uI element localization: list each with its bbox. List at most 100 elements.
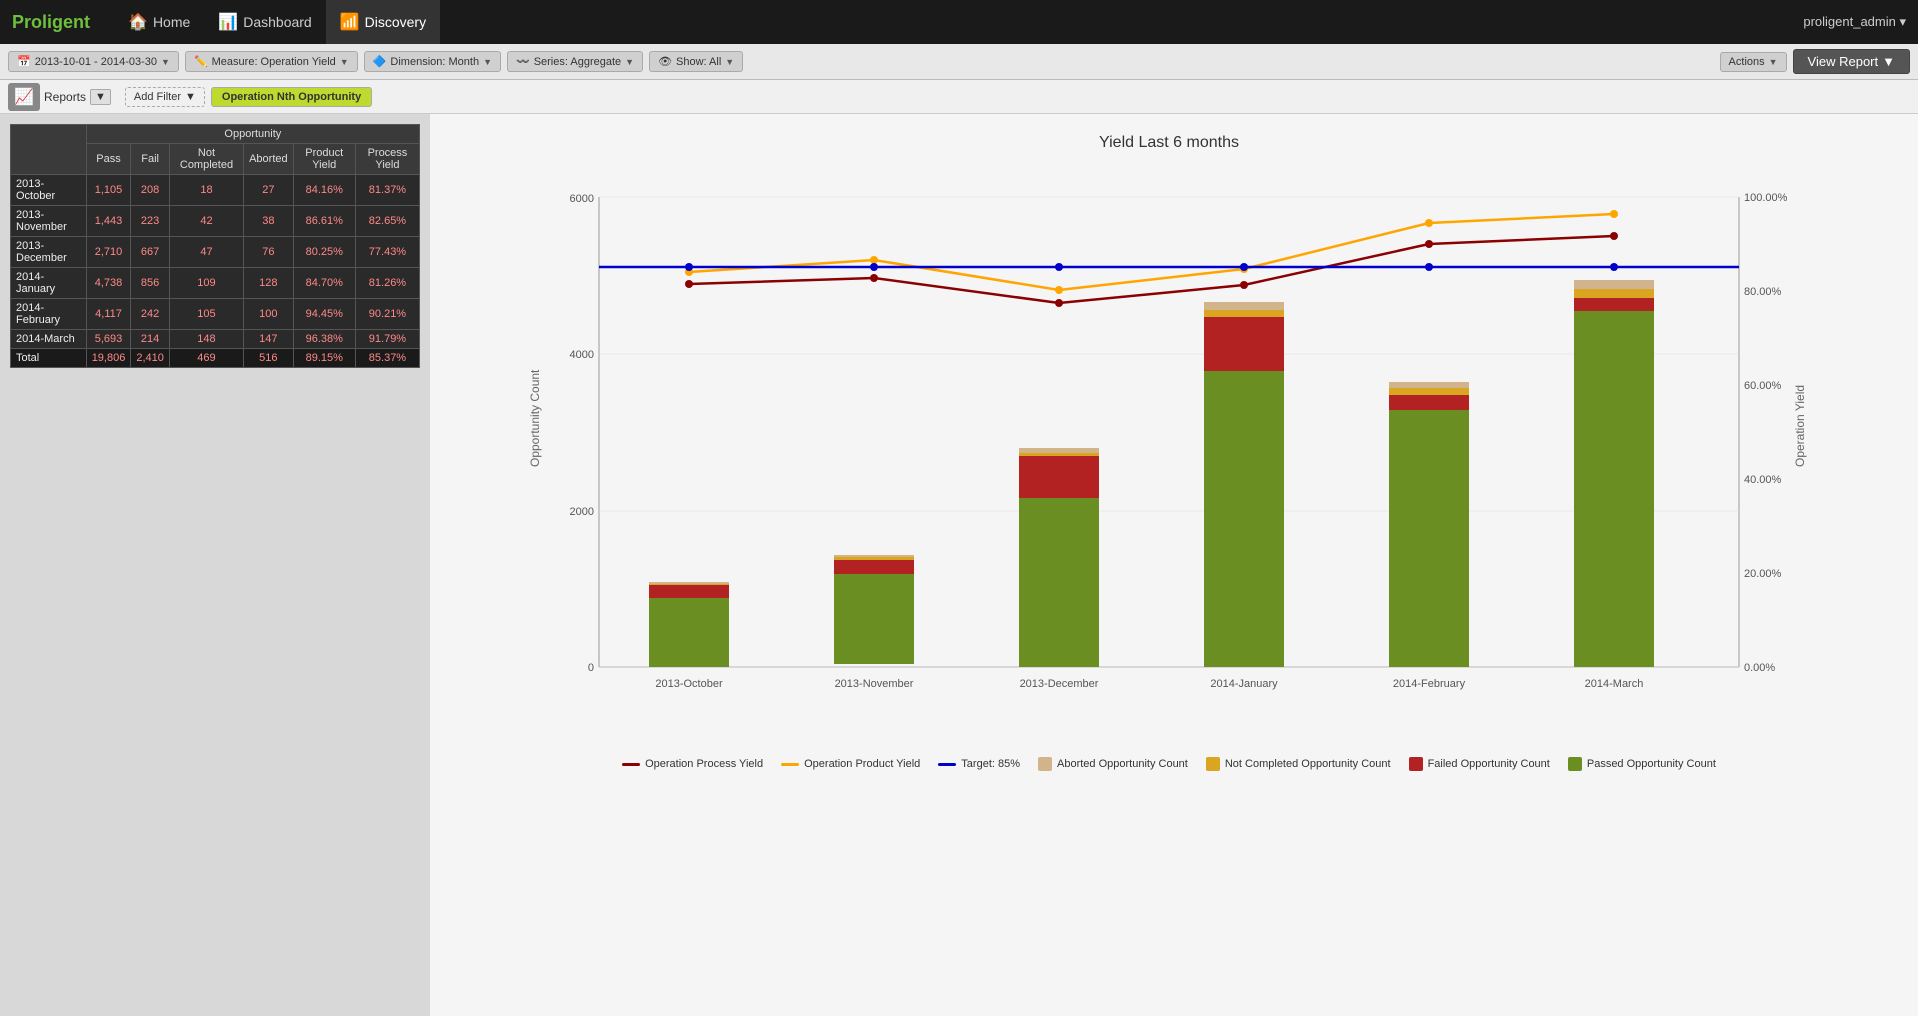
show-icon: 👁: [658, 55, 672, 68]
dropdown-arrow: ▼: [161, 57, 170, 67]
chart-container: 0 2000 4000 6000 8000 0.00% 20.00% 40.00…: [450, 167, 1888, 747]
table-row: 2014-January 4,738 856 109 128 84.70% 81…: [11, 268, 420, 299]
discovery-icon: 📶: [340, 12, 360, 32]
dropdown-arrow: ▼: [1882, 54, 1895, 69]
svg-text:Operation Yield: Operation Yield: [1793, 385, 1807, 467]
table-row: Total 19,806 2,410 469 516 89.15% 85.37%: [11, 349, 420, 368]
user-menu[interactable]: proligent_admin ▾: [1803, 14, 1906, 30]
bar-oct-failed: [649, 585, 729, 598]
nav-dashboard[interactable]: 📊 Dashboard: [204, 0, 325, 44]
filter-bar: 📈 Reports ▼ Add Filter ▼ Operation Nth O…: [0, 80, 1918, 114]
legend-process-yield-swatch: [622, 763, 640, 766]
svg-text:60.00%: 60.00%: [1744, 380, 1782, 392]
dropdown-arrow: ▼: [1769, 57, 1778, 67]
bar-nov-failed: [834, 560, 914, 574]
svg-text:20.00%: 20.00%: [1744, 568, 1782, 580]
bar-dec-passed: [1019, 498, 1099, 667]
data-table-panel: Opportunity Pass Fail Not Completed Abor…: [0, 114, 430, 1016]
legend-not-completed-swatch: [1206, 757, 1220, 771]
dimension-selector[interactable]: 🔷 Dimension: Month ▼: [364, 51, 501, 72]
table-row: 2014-March 5,693 214 148 147 96.38% 91.7…: [11, 330, 420, 349]
chart-thumbnail-icon: 📈: [8, 83, 40, 111]
calendar-icon: 📅: [17, 55, 31, 68]
legend-process-yield: Operation Process Yield: [622, 757, 763, 771]
col-product-yield: Product Yield: [293, 144, 355, 175]
series-selector[interactable]: 〰️ Series: Aggregate ▼: [507, 51, 643, 72]
svg-text:80.00%: 80.00%: [1744, 286, 1782, 298]
table-span-header: Opportunity: [86, 125, 419, 144]
show-selector[interactable]: 👁 Show: All ▼: [649, 51, 743, 72]
active-filter-tag[interactable]: Operation Nth Opportunity: [211, 87, 372, 107]
legend-failed-swatch: [1409, 757, 1423, 771]
bar-feb-aborted: [1389, 382, 1469, 388]
legend-aborted: Aborted Opportunity Count: [1038, 757, 1188, 771]
chart-title: Yield Last 6 months: [450, 134, 1888, 152]
legend-failed: Failed Opportunity Count: [1409, 757, 1550, 771]
dimension-icon: 🔷: [373, 55, 387, 68]
top-navigation: Proligent 🏠 Home 📊 Dashboard 📶 Discovery…: [0, 0, 1918, 44]
bar-nov-passed: [834, 574, 914, 664]
svg-text:0.00%: 0.00%: [1744, 662, 1775, 674]
opportunity-table: Opportunity Pass Fail Not Completed Abor…: [10, 124, 420, 368]
svg-text:2014-February: 2014-February: [1393, 678, 1466, 690]
svg-text:2014-January: 2014-January: [1210, 678, 1278, 690]
dropdown-arrow: ▼: [340, 57, 349, 67]
col-fail: Fail: [131, 144, 170, 175]
nav-discovery[interactable]: 📶 Discovery: [326, 0, 440, 44]
svg-text:0: 0: [588, 662, 594, 674]
bar-dec-aborted: [1019, 448, 1099, 453]
main-content: Opportunity Pass Fail Not Completed Abor…: [0, 114, 1918, 1016]
svg-text:2013-December: 2013-December: [1020, 678, 1099, 690]
bar-feb-notcompleted: [1389, 388, 1469, 395]
dropdown-arrow: ▼: [483, 57, 492, 67]
measure-selector[interactable]: ✏️ Measure: Operation Yield ▼: [185, 51, 358, 72]
bar-nov-aborted: [834, 555, 914, 557]
nav-home[interactable]: 🏠 Home: [114, 0, 204, 44]
bar-nov-notcompleted: [834, 557, 914, 560]
table-row: 2013-December 2,710 667 47 76 80.25% 77.…: [11, 237, 420, 268]
legend-passed-swatch: [1568, 757, 1582, 771]
dashboard-icon: 📊: [218, 12, 238, 32]
col-pass: Pass: [86, 144, 131, 175]
bar-dec-failed: [1019, 456, 1099, 498]
bar-dec-notcompleted: [1019, 453, 1099, 456]
bar-feb-failed: [1389, 395, 1469, 410]
add-filter-button[interactable]: Add Filter ▼: [125, 87, 205, 107]
process-yield-line: [689, 236, 1614, 303]
legend-aborted-swatch: [1038, 757, 1052, 771]
legend-product-yield-swatch: [781, 763, 799, 766]
brand-logo: Proligent: [12, 12, 90, 33]
chart-panel: Yield Last 6 months 0 2000 4000 6000: [430, 114, 1918, 1016]
table-header-date: [11, 125, 87, 175]
process-yield-dot: [685, 280, 693, 288]
legend-product-yield: Operation Product Yield: [781, 757, 920, 771]
bar-feb-passed: [1389, 410, 1469, 667]
svg-text:100.00%: 100.00%: [1744, 192, 1788, 204]
view-report-button[interactable]: View Report ▼: [1793, 49, 1910, 74]
svg-text:Opportunity Count: Opportunity Count: [528, 369, 542, 467]
chart-svg: 0 2000 4000 6000 8000 0.00% 20.00% 40.00…: [450, 167, 1888, 747]
bar-jan-notcompleted: [1204, 310, 1284, 317]
bar-jan-passed: [1204, 371, 1284, 667]
bar-oct-aborted: [649, 582, 729, 584]
reports-label: Reports: [44, 90, 86, 104]
svg-text:2014-March: 2014-March: [1585, 678, 1644, 690]
home-icon: 🏠: [128, 12, 148, 32]
actions-button[interactable]: Actions ▼: [1720, 52, 1787, 72]
svg-text:4000: 4000: [570, 349, 594, 361]
bar-jan-failed: [1204, 317, 1284, 371]
svg-text:2000: 2000: [570, 506, 594, 518]
col-process-yield: Process Yield: [355, 144, 419, 175]
reports-dropdown[interactable]: ▼: [90, 89, 111, 105]
table-row: 2013-October 1,105 208 18 27 84.16% 81.3…: [11, 175, 420, 206]
legend-target: Target: 85%: [938, 757, 1020, 771]
legend-not-completed: Not Completed Opportunity Count: [1206, 757, 1391, 771]
date-range-picker[interactable]: 📅 2013-10-01 - 2014-03-30 ▼: [8, 51, 179, 72]
col-aborted: Aborted: [244, 144, 294, 175]
reports-area: 📈 Reports ▼: [8, 83, 111, 111]
svg-text:6000: 6000: [570, 193, 594, 205]
bar-oct-passed: [649, 598, 729, 667]
measure-icon: ✏️: [194, 55, 208, 68]
table-row: 2013-November 1,443 223 42 38 86.61% 82.…: [11, 206, 420, 237]
bar-jan-aborted: [1204, 302, 1284, 310]
